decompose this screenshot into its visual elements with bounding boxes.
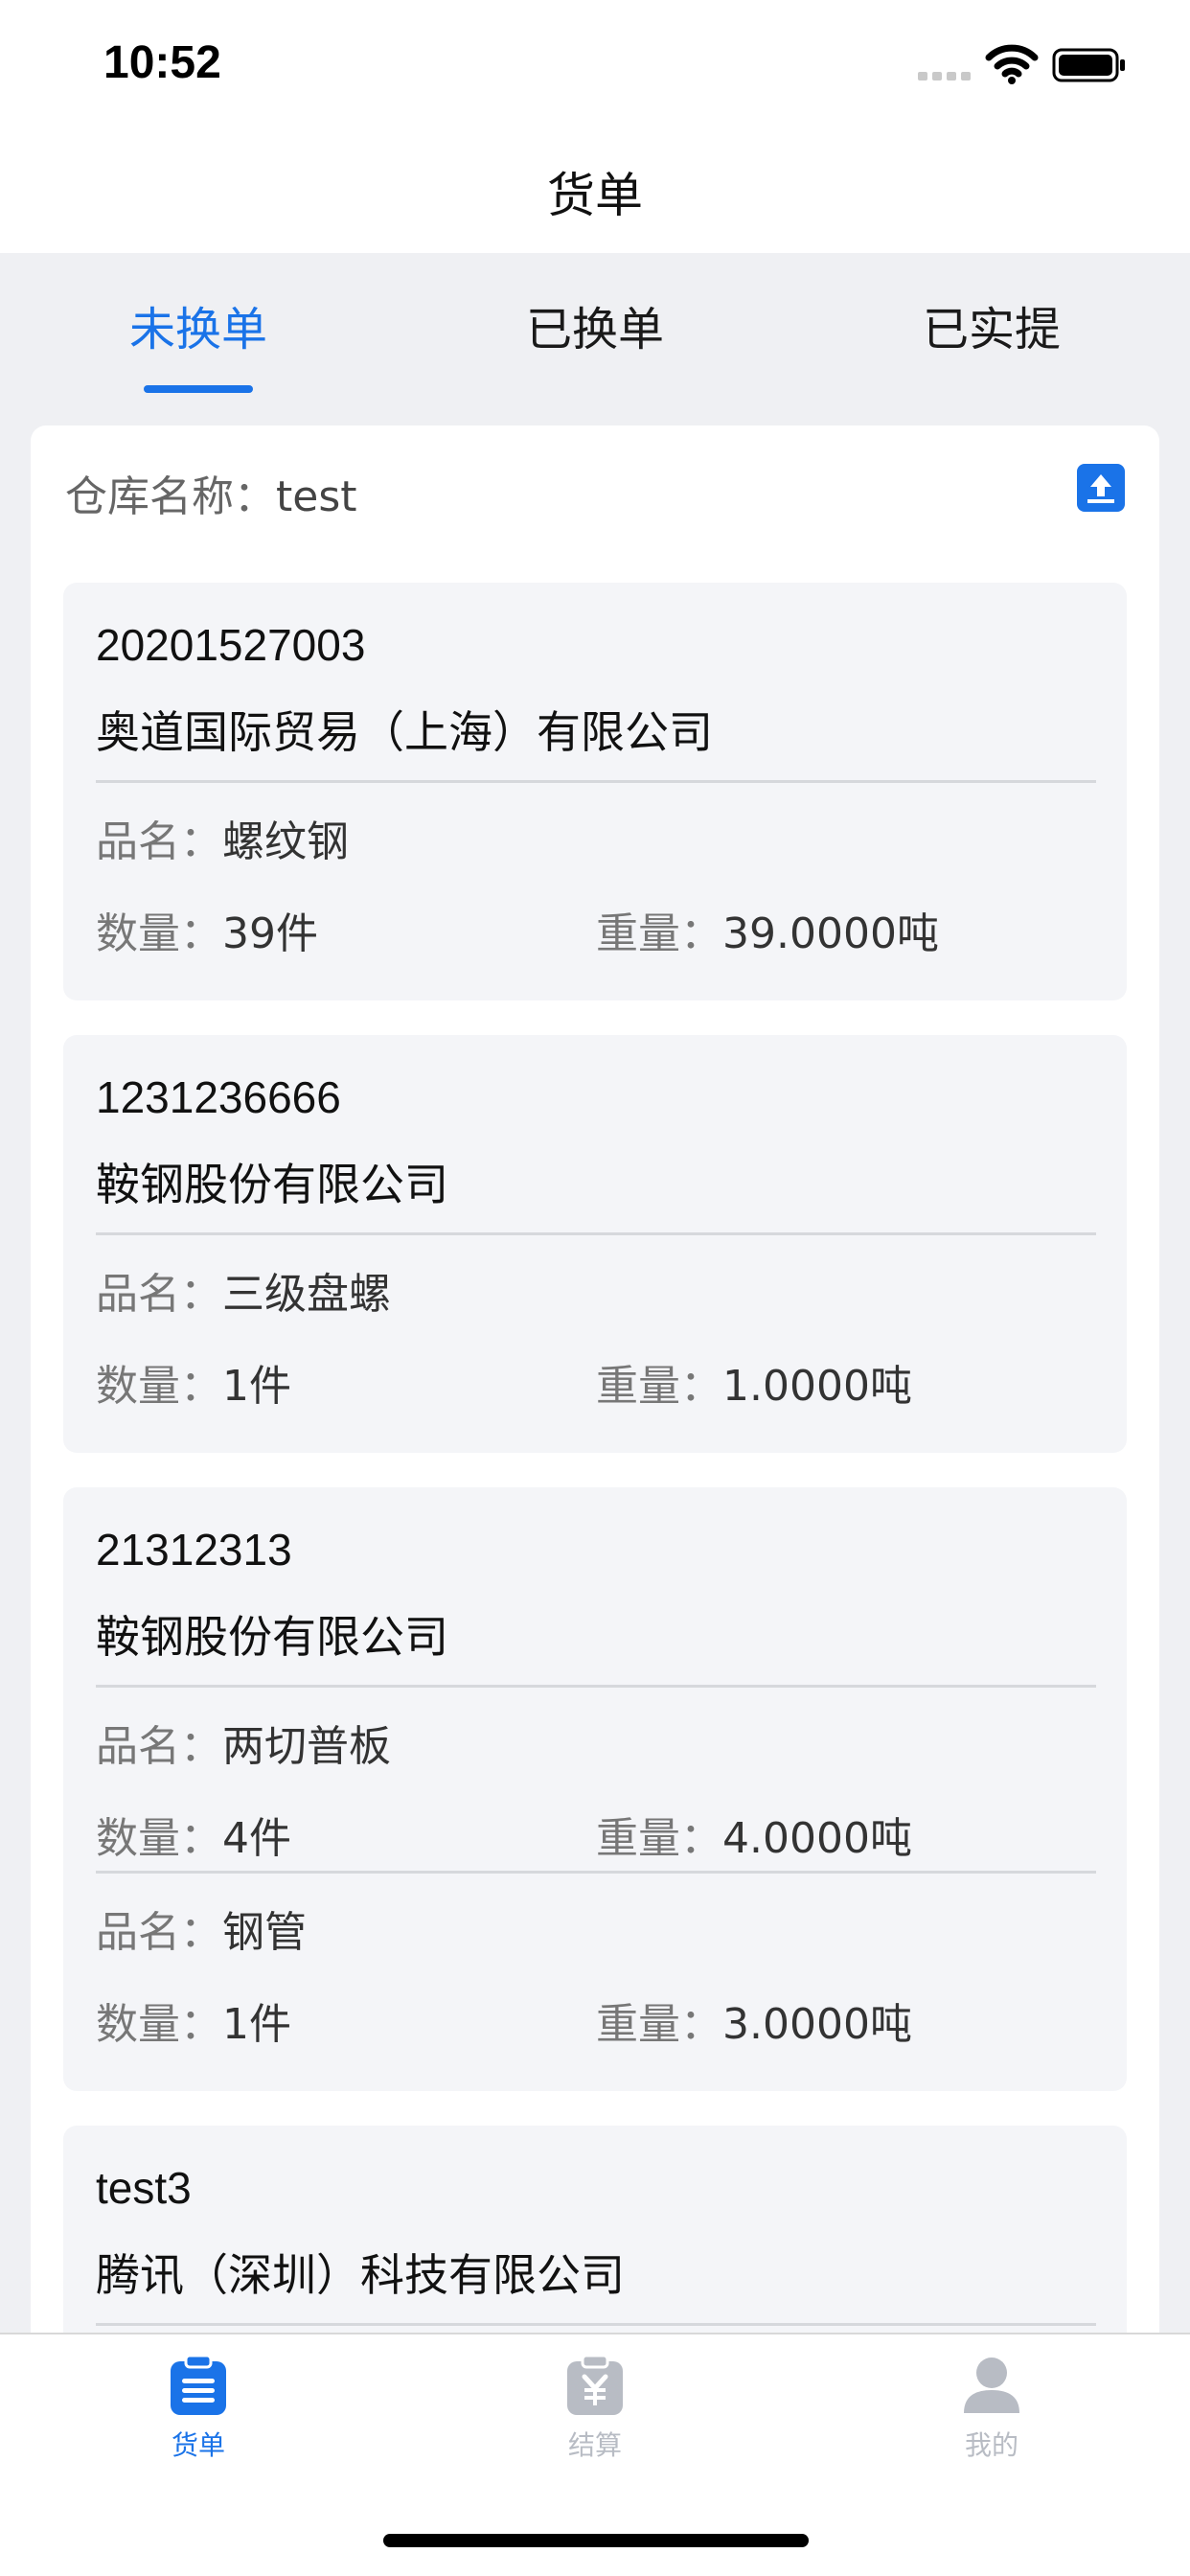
- product-field: 品名：螺纹钢: [96, 807, 349, 868]
- tabbar-item-profile[interactable]: 我的: [793, 2354, 1190, 2463]
- product-value: 两切普板: [222, 1722, 391, 1771]
- profile-icon: [964, 2358, 1019, 2413]
- weight-field: 重量：1.0000吨: [596, 1351, 912, 1413]
- product-label: 品名：: [96, 817, 222, 866]
- weight-label: 重量：: [596, 909, 722, 958]
- home-indicator: [383, 2534, 809, 2547]
- quantity-value: 39件: [222, 909, 318, 958]
- quantity-value: 1件: [222, 2000, 291, 2049]
- weight-label: 重量：: [596, 1814, 722, 1863]
- weight-field: 重量：39.0000吨: [596, 899, 939, 960]
- cellular-signal-icon: [918, 72, 971, 80]
- upload-icon: [1087, 474, 1114, 503]
- order-card[interactable]: 20201527003 奥道国际贸易（上海）有限公司 品名：螺纹钢 数量：39件…: [63, 583, 1127, 1000]
- quantity-label: 数量：: [96, 2000, 222, 2049]
- company-name: 鞍钢股份有限公司: [96, 1611, 448, 1663]
- weight-field: 重量：3.0000吨: [596, 1990, 912, 2051]
- tabbar-label: 我的: [964, 2429, 1018, 2461]
- divider: [96, 780, 1096, 783]
- tabbar-label: 结算: [567, 2429, 622, 2461]
- weight-label: 重量：: [596, 1362, 722, 1411]
- bill-icon: [171, 2354, 226, 2415]
- weight-value: 3.0000吨: [722, 2000, 912, 2049]
- tabbar-item-bills[interactable]: 货单: [0, 2354, 397, 2463]
- tab-exchanged[interactable]: 已换单: [397, 291, 793, 358]
- product-field: 品名：钢管: [96, 1898, 307, 1959]
- divider: [96, 2323, 1096, 2326]
- upload-button[interactable]: [1077, 464, 1125, 512]
- weight-field: 重量：4.0000吨: [596, 1804, 912, 1865]
- order-list-panel: 仓库名称：test 20201527003 奥道国际贸易（上海）有限公司 品名：…: [31, 426, 1159, 2576]
- divider: [96, 1232, 1096, 1235]
- quantity-field: 数量：1件: [96, 1351, 291, 1413]
- product-value: 钢管: [222, 1908, 307, 1957]
- weight-label: 重量：: [596, 2000, 722, 2049]
- product-label: 品名：: [96, 1908, 222, 1957]
- settlement-icon: [567, 2354, 623, 2415]
- weight-value: 4.0000吨: [722, 1814, 912, 1863]
- product-value: 螺纹钢: [222, 817, 349, 866]
- quantity-label: 数量：: [96, 909, 222, 958]
- order-number: 20201527003: [96, 620, 366, 670]
- quantity-field: 数量：1件: [96, 1990, 291, 2051]
- warehouse-name: test: [276, 472, 357, 521]
- product-field: 品名：两切普板: [96, 1712, 391, 1773]
- tab-picked-up[interactable]: 已实提: [793, 291, 1190, 358]
- divider: [96, 1685, 1096, 1688]
- divider: [96, 1871, 1096, 1874]
- order-card[interactable]: 1231236666 鞍钢股份有限公司 品名：三级盘螺 数量：1件 重量：1.0…: [63, 1035, 1127, 1453]
- product-field: 品名：三级盘螺: [96, 1259, 391, 1321]
- company-name: 鞍钢股份有限公司: [96, 1159, 448, 1210]
- warehouse-label: 仓库名称：: [65, 472, 276, 521]
- company-name: 奥道国际贸易（上海）有限公司: [96, 706, 713, 758]
- order-number: 1231236666: [96, 1072, 341, 1122]
- order-status-tabs: 未换单 已换单 已实提: [0, 253, 1190, 426]
- nav-bar: 货单: [0, 134, 1190, 253]
- weight-value: 1.0000吨: [722, 1362, 912, 1411]
- quantity-value: 1件: [222, 1362, 291, 1411]
- order-card[interactable]: 21312313 鞍钢股份有限公司 品名：两切普板 数量：4件 重量：4.000…: [63, 1487, 1127, 2091]
- tabbar-item-settlement[interactable]: 结算: [397, 2354, 793, 2463]
- active-tab-indicator: [144, 385, 253, 393]
- battery-icon: [1052, 48, 1125, 82]
- order-number: test3: [96, 2163, 192, 2213]
- wifi-icon: [985, 44, 1039, 84]
- status-bar: 10:52: [0, 0, 1190, 134]
- quantity-label: 数量：: [96, 1814, 222, 1863]
- weight-value: 39.0000吨: [722, 909, 939, 958]
- tabbar-label: 货单: [171, 2429, 225, 2461]
- product-label: 品名：: [96, 1270, 222, 1319]
- quantity-field: 数量：4件: [96, 1804, 291, 1865]
- product-value: 三级盘螺: [222, 1270, 391, 1319]
- tab-not-exchanged[interactable]: 未换单: [0, 291, 397, 358]
- company-name: 腾讯（深圳）科技有限公司: [96, 2249, 625, 2301]
- product-label: 品名：: [96, 1722, 222, 1771]
- quantity-field: 数量：39件: [96, 899, 318, 960]
- quantity-label: 数量：: [96, 1362, 222, 1411]
- page-title: 货单: [547, 168, 643, 223]
- order-number: 21312313: [96, 1525, 292, 1575]
- status-time: 10:52: [103, 37, 221, 88]
- quantity-value: 4件: [222, 1814, 291, 1863]
- warehouse-info: 仓库名称：test: [65, 462, 357, 523]
